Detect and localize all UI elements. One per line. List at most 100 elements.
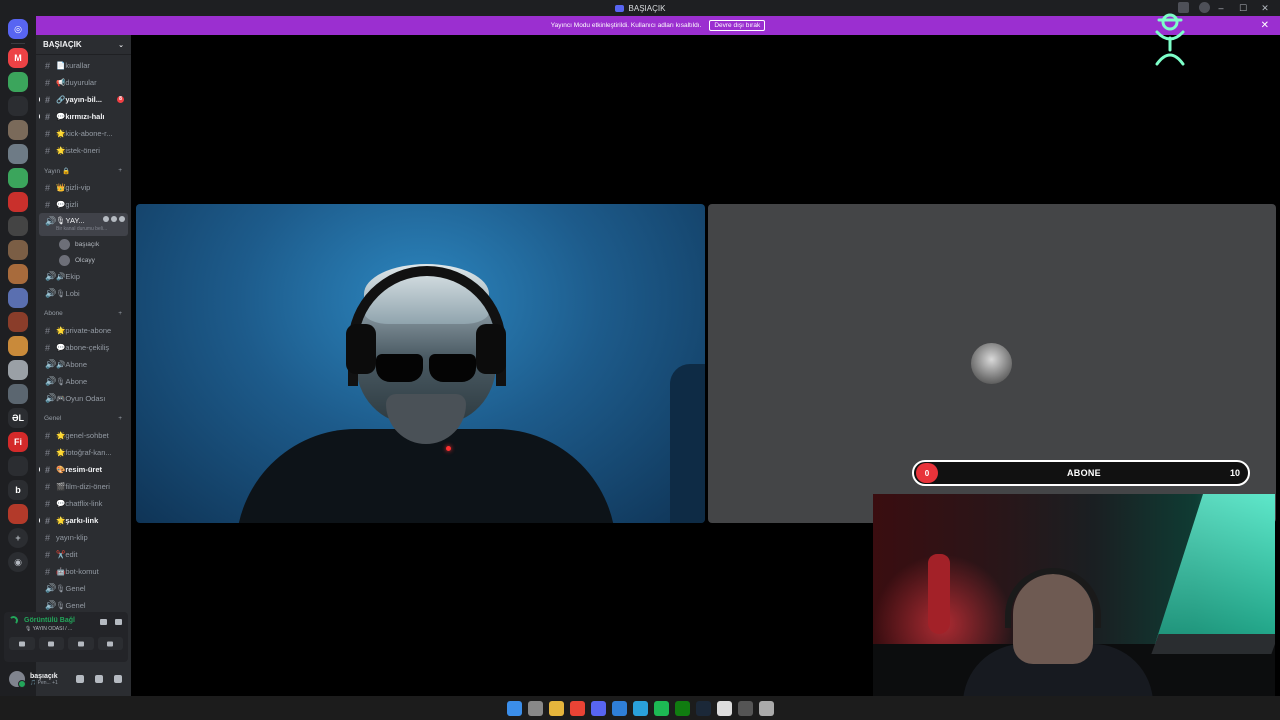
server-icon[interactable]: ◎ xyxy=(8,19,28,39)
channel-label: 🔊Abone xyxy=(56,360,88,369)
gear-icon[interactable] xyxy=(114,675,122,683)
channel-item[interactable]: # 🎨resim-üret xyxy=(39,461,128,478)
voice-status[interactable]: Görüntülü Bağl xyxy=(24,617,75,624)
maximize-button[interactable]: ☐ xyxy=(1234,3,1252,14)
camera-button[interactable] xyxy=(9,637,35,650)
channel-item[interactable]: # 💬gizli xyxy=(39,196,128,213)
windows-start-icon[interactable] xyxy=(506,700,522,716)
close-window-button[interactable]: ✕ xyxy=(1256,3,1274,14)
server-icon[interactable] xyxy=(8,336,28,356)
screen-share-button[interactable] xyxy=(38,637,64,650)
server-icon[interactable] xyxy=(8,144,28,164)
server-icon[interactable]: M xyxy=(8,48,28,68)
add-server-icon[interactable]: + xyxy=(8,528,28,548)
avatar[interactable] xyxy=(9,671,26,688)
notion-icon[interactable] xyxy=(716,700,732,716)
video-tile-camera[interactable] xyxy=(136,204,705,523)
server-icon[interactable] xyxy=(8,240,28,260)
xbox-icon[interactable] xyxy=(674,700,690,716)
mute-icon[interactable] xyxy=(76,675,84,683)
minimize-button[interactable]: – xyxy=(1212,3,1230,13)
invite-icon[interactable] xyxy=(111,216,117,222)
channel-item[interactable]: # 🤖bot-komut xyxy=(39,563,128,580)
server-icon[interactable] xyxy=(8,96,28,116)
channel-item[interactable]: # 💬kırmızı-halı xyxy=(39,108,128,125)
banner-close-icon[interactable]: ✕ xyxy=(1261,20,1269,31)
discord-icon[interactable] xyxy=(590,700,606,716)
channel-item[interactable]: # 📢duyurular xyxy=(39,74,128,91)
help-icon[interactable] xyxy=(1199,2,1210,13)
channel-item[interactable]: # 🌟private-abone xyxy=(39,322,128,339)
server-icon[interactable] xyxy=(8,288,28,308)
server-icon[interactable] xyxy=(8,504,28,524)
soundboard-button[interactable] xyxy=(97,637,123,650)
server-icon[interactable] xyxy=(8,264,28,284)
server-icon[interactable] xyxy=(8,384,28,404)
server-header[interactable]: BAŞIAÇIK ⌄ xyxy=(36,35,131,55)
server-icon[interactable] xyxy=(8,72,28,92)
channel-item[interactable]: 🔊 🔊Abone xyxy=(39,356,128,373)
add-channel-icon[interactable]: + xyxy=(118,310,122,317)
chrome-icon[interactable] xyxy=(569,700,585,716)
file-explorer-icon[interactable] xyxy=(548,700,564,716)
server-icon[interactable] xyxy=(8,120,28,140)
hash-icon: # xyxy=(45,498,51,509)
active-voice-channel[interactable]: 🔊 🎙YAY... Bir kanal durumu beli... xyxy=(39,213,128,236)
voice-user[interactable]: Olcayy xyxy=(39,252,128,268)
channel-category[interactable]: Abone + xyxy=(39,305,128,322)
channel-item[interactable]: 🔊 🎙Abone xyxy=(39,373,128,390)
headphones-icon[interactable] xyxy=(95,675,103,683)
user-panel: başıaçık 🎵 Pen... +1 xyxy=(4,666,128,692)
settings-icon[interactable] xyxy=(758,700,774,716)
server-icon[interactable] xyxy=(8,456,28,476)
telegram-icon[interactable] xyxy=(632,700,648,716)
discover-icon[interactable]: ◉ xyxy=(8,552,28,572)
gear-icon[interactable] xyxy=(119,216,125,222)
subscriber-goal-overlay: 0 ABONE 10 xyxy=(912,460,1250,486)
channel-item[interactable]: # 💬chatflix-link xyxy=(39,495,128,512)
channel-item[interactable]: 🔊 🎙Genel xyxy=(39,580,128,597)
channel-category[interactable]: Genel + xyxy=(39,410,128,427)
server-icon[interactable]: Fi xyxy=(8,432,28,452)
vscode-icon[interactable] xyxy=(611,700,627,716)
noise-suppression-icon[interactable] xyxy=(100,619,107,625)
channel-item[interactable]: # 🎬film-dizi-öneri xyxy=(39,478,128,495)
channel-item[interactable]: 🔊 🎮Oyun Odası xyxy=(39,390,128,407)
channel-item[interactable]: # 🌟istek-öneri xyxy=(39,142,128,159)
username[interactable]: başıaçık xyxy=(30,673,58,680)
channel-item[interactable]: # 🌟genel-sohbet xyxy=(39,427,128,444)
add-channel-icon[interactable]: + xyxy=(118,415,122,422)
server-icon[interactable]: b xyxy=(8,480,28,500)
server-icon[interactable] xyxy=(8,192,28,212)
channel-item[interactable]: # 🌟kick-abone-r... xyxy=(39,125,128,142)
server-icon[interactable]: ƏL xyxy=(8,408,28,428)
server-icon[interactable] xyxy=(8,312,28,332)
channel-item[interactable]: # 📄kurallar xyxy=(39,57,128,74)
activities-button[interactable] xyxy=(68,637,94,650)
channel-item[interactable]: # ✂️edit xyxy=(39,546,128,563)
channel-item[interactable]: # 🔗yayın-bil... 8 xyxy=(39,91,128,108)
channel-label: 💬kırmızı-halı xyxy=(56,112,105,121)
search-icon[interactable] xyxy=(527,700,543,716)
channel-item[interactable]: # 🌟fotoğraf-kan... xyxy=(39,444,128,461)
voice-channel-name[interactable]: 🎙 YAYIN ODASI / ... xyxy=(25,626,123,632)
channel-item[interactable]: # 👑gizli-vip xyxy=(39,179,128,196)
channel-item[interactable]: # 🌟şarkı-link xyxy=(39,512,128,529)
obs-icon[interactable] xyxy=(737,700,753,716)
disconnect-icon[interactable] xyxy=(115,619,122,625)
steam-icon[interactable] xyxy=(695,700,711,716)
channel-item[interactable]: 🔊 🔊Ekip xyxy=(39,268,128,285)
disable-streamer-mode-button[interactable]: Devre dışı bırak xyxy=(709,20,766,31)
voice-user[interactable]: başıaçık xyxy=(39,236,128,252)
server-icon[interactable] xyxy=(8,216,28,236)
channel-category[interactable]: Yayın 🔒 + xyxy=(39,162,128,179)
spotify-icon[interactable] xyxy=(653,700,669,716)
server-icon[interactable] xyxy=(8,168,28,188)
channel-item[interactable]: # yayın-klip xyxy=(39,529,128,546)
channel-item[interactable]: # 💬abone-çekiliş xyxy=(39,339,128,356)
server-icon[interactable] xyxy=(8,360,28,380)
channel-item[interactable]: 🔊 🎙Lobi xyxy=(39,285,128,302)
chat-icon[interactable] xyxy=(103,216,109,222)
speaker-icon: 🔊 xyxy=(45,271,57,281)
add-channel-icon[interactable]: + xyxy=(118,167,122,174)
